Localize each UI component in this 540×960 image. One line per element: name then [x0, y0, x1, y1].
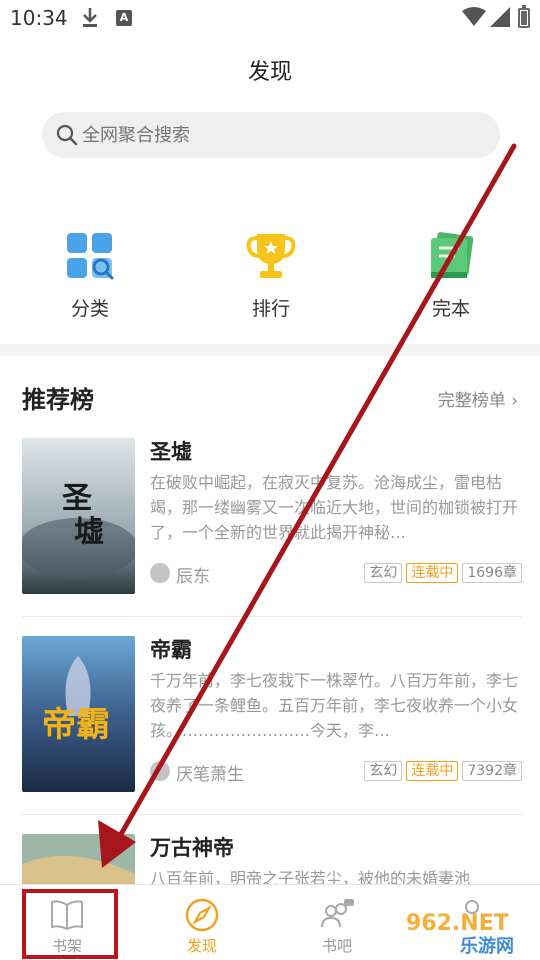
- book-item[interactable]: 帝霸 帝霸 千万年前，李七夜栽下一株翠竹。八百万年前，李七夜养了一条鲤鱼。五百万…: [22, 636, 522, 796]
- community-icon: [321, 899, 354, 928]
- svg-text:墟: 墟: [74, 515, 104, 550]
- list-divider: [22, 814, 522, 815]
- list-divider: [22, 616, 522, 617]
- book-cover: 圣 墟: [22, 438, 135, 594]
- signal-icon: [490, 7, 510, 27]
- site-watermark: 962.NET 乐游网: [406, 911, 514, 956]
- chapter-count-tag: 7392章: [462, 761, 522, 781]
- category-grid-icon: [67, 233, 114, 280]
- nav-label: 书吧: [321, 937, 352, 955]
- author-name: 辰东: [176, 567, 210, 587]
- search-input[interactable]: [82, 112, 314, 158]
- svg-text:帝霸: 帝霸: [42, 705, 110, 745]
- search-bar[interactable]: [42, 112, 500, 158]
- svg-text:圣: 圣: [62, 481, 93, 516]
- compass-icon: [185, 898, 219, 932]
- book-title: 万古神帝: [150, 836, 234, 860]
- download-icon: [83, 8, 97, 27]
- book-tags: 玄幻 连载中 1696章: [364, 563, 522, 583]
- category-button[interactable]: 分类: [35, 230, 145, 321]
- trophy-icon: [246, 234, 296, 278]
- book-cover: 帝霸: [22, 636, 135, 792]
- ranking-label: 排行: [251, 298, 290, 320]
- section-divider: [0, 344, 540, 356]
- genre-tag: 玄幻: [364, 563, 403, 583]
- author-name: 厌笔萧生: [176, 765, 244, 785]
- recommend-title: 推荐榜: [22, 386, 94, 414]
- status-tag: 连载中: [406, 563, 459, 583]
- annotation-highlight-box: [22, 889, 118, 959]
- category-label: 分类: [70, 298, 109, 320]
- status-bar: 10:34 A: [0, 0, 540, 36]
- full-ranking-link[interactable]: 完整榜单 ›: [438, 386, 518, 411]
- book-title: 帝霸: [150, 638, 192, 662]
- user-icon: [150, 761, 170, 781]
- book-description: 在破败中崛起，在寂灭中复苏。沧海成尘，雷电枯竭，那一缕幽雾又一次临近大地，世间的…: [150, 473, 519, 542]
- page-title: 发现: [247, 60, 292, 85]
- book-title: 圣墟: [150, 440, 192, 464]
- user-icon: [150, 563, 170, 583]
- completed-label: 完本: [431, 298, 470, 320]
- nav-discover[interactable]: 发现: [157, 885, 247, 960]
- status-tag: 连载中: [406, 761, 459, 781]
- book-description: 千万年前，李七夜栽下一株翠竹。八百万年前，李七夜养了一条鲤鱼。五百万年前，李七夜…: [150, 671, 519, 740]
- book-tags: 玄幻 连载中 7392章: [364, 761, 522, 781]
- genre-tag: 玄幻: [364, 761, 403, 781]
- books-icon: [431, 232, 474, 278]
- status-time: 10:34: [10, 6, 68, 30]
- search-icon: [56, 124, 78, 146]
- battery-icon: [518, 5, 530, 28]
- completed-button[interactable]: 完本: [396, 230, 506, 321]
- wifi-icon: [462, 7, 486, 26]
- notification-a-icon: A: [116, 10, 132, 26]
- book-item[interactable]: 圣 墟 圣墟 在破败中崛起，在寂灭中复苏。沧海成尘，雷电枯竭，那一缕幽雾又一次临…: [22, 438, 522, 598]
- watermark-top: 962.NET: [406, 911, 509, 936]
- chapter-count-tag: 1696章: [462, 563, 522, 583]
- watermark-bottom: 乐游网: [460, 935, 514, 956]
- ranking-button[interactable]: 排行: [216, 230, 326, 321]
- nav-community[interactable]: 书吧: [292, 885, 382, 960]
- nav-label: 发现: [186, 937, 217, 955]
